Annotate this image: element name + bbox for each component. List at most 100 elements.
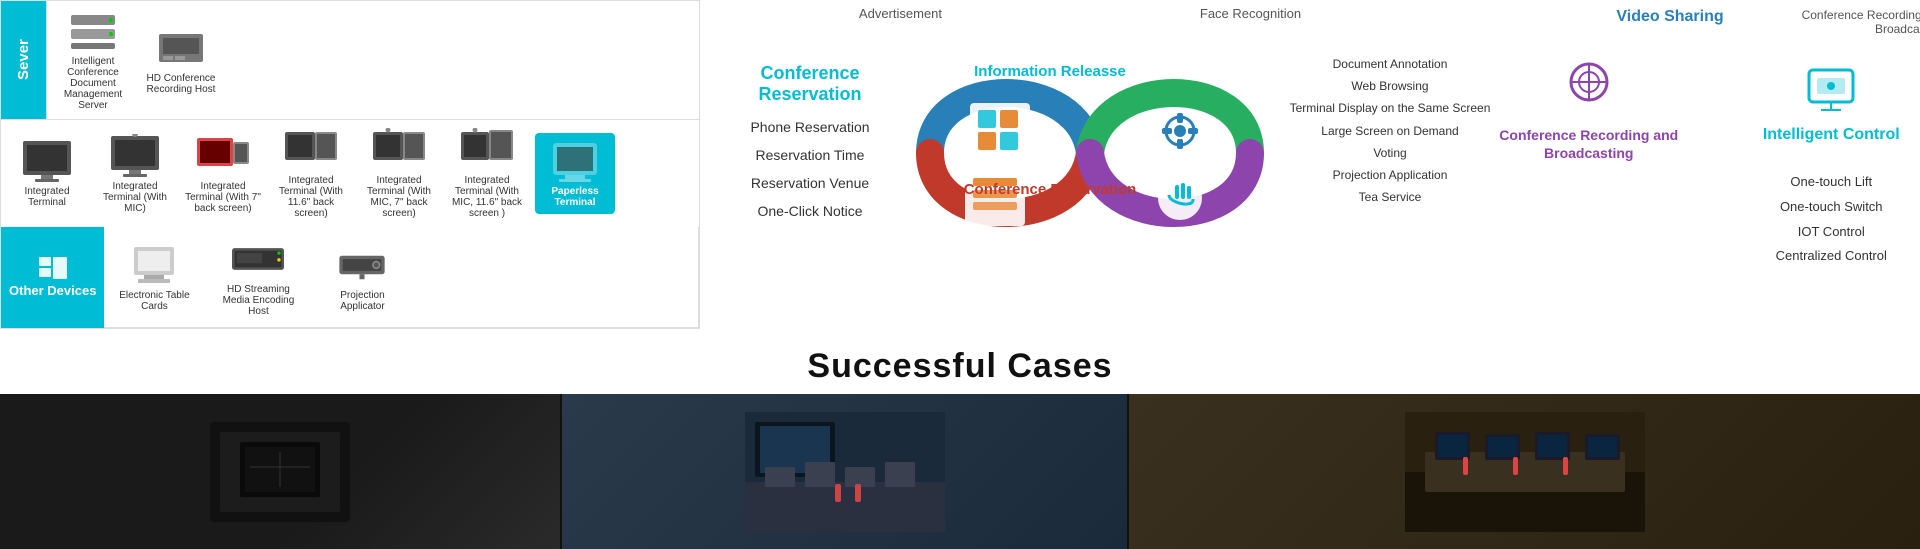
prod-item-terminal2: Integrated Terminal (With MIC)	[95, 134, 175, 214]
bottom-img-left-svg	[190, 412, 370, 532]
devices-content: Electronic Table Cards	[104, 227, 699, 328]
conf-reservation-left: Conference Reservation Phone Reservation…	[710, 23, 910, 225]
bottom-img-center2-svg	[1405, 412, 1645, 532]
bottom-img-center1	[562, 394, 1127, 549]
diagram-main-row: Conference Reservation Phone Reservation…	[700, 23, 1460, 225]
server2-icon	[155, 26, 207, 70]
right-items-row: One-touch Lift One-touch Switch IOT Cont…	[1475, 170, 1920, 269]
terminal5-label: Integrated Terminal (With MIC, 7" back s…	[359, 175, 439, 219]
item-web-browsing: Web Browsing	[1270, 75, 1510, 97]
right-content-row: Conference Recording and Broadcasting I	[1475, 60, 1920, 162]
item-iot-control: IOT Control	[1718, 220, 1920, 245]
conf-reservation-right: Document Annotation Web Browsing Termina…	[1270, 23, 1510, 208]
product-grid-wrapper: Sever	[0, 0, 700, 329]
face-recognition-label: Face Recognition	[1200, 6, 1301, 21]
advertisement-label: Advertisement	[859, 6, 942, 21]
terminal1-icon	[21, 139, 73, 183]
intel-ctrl-icon-svg	[1801, 60, 1861, 115]
paperless-icon	[549, 139, 601, 183]
successful-cases-section: Successful Cases	[0, 329, 1920, 394]
conf-res-center-text: Conference Reservation	[964, 181, 1137, 198]
encoding-icon	[232, 237, 284, 281]
item-doc-annotation: Document Annotation	[1270, 53, 1510, 75]
other-devices-text: Other Devices	[9, 283, 96, 298]
prod-item-terminal1: Integrated Terminal	[7, 139, 87, 208]
item-tea-service: Tea Service	[1270, 186, 1510, 208]
prod-item-projector: Projection Applicator	[322, 243, 402, 312]
prod-item-paperless: Paperless Terminal	[535, 133, 615, 214]
prod-item-terminal5: Integrated Terminal (With MIC, 7" back s…	[359, 128, 439, 219]
item-centralized-control: Centralized Control	[1718, 244, 1920, 269]
terminal5-icon	[373, 128, 425, 172]
intel-ctrl-items: One-touch Lift One-touch Switch IOT Cont…	[1718, 170, 1920, 269]
prod-item-encoding: HD Streaming Media Encoding Host	[218, 237, 298, 317]
cards-label: Electronic Table Cards	[114, 290, 194, 312]
prod-item-terminal6: Integrated Terminal (With MIC, 11.6" bac…	[447, 128, 527, 219]
server-label: Sever	[1, 1, 46, 119]
product-grid: Sever	[0, 0, 700, 329]
intel-ctrl-icon	[1718, 60, 1920, 120]
terminal2-icon	[109, 134, 161, 178]
intel-ctrl-title: Intelligent Control	[1718, 126, 1920, 144]
prod-item-cards: Electronic Table Cards	[114, 243, 194, 312]
main-content-row: Sever	[0, 0, 1920, 329]
conf-rec-icon-svg	[1559, 60, 1619, 115]
projector-icon	[336, 243, 388, 287]
other-devices-icon1	[39, 257, 67, 279]
info-release-text: Information Releasse	[974, 63, 1126, 80]
info-release-label: Information Releasse	[974, 63, 1126, 81]
conf-res-center-label: Conference Reservation	[964, 181, 1137, 199]
item-large-screen: Large Screen on Demand	[1270, 120, 1510, 142]
terminal6-label: Integrated Terminal (With MIC, 11.6" bac…	[447, 175, 527, 219]
other-devices-label: Other Devices	[1, 227, 104, 328]
terminal6-icon	[461, 128, 513, 172]
cards-icon	[128, 243, 180, 287]
right-top-labels: Video Sharing Conference Recording and B…	[1475, 8, 1920, 36]
bottom-images-row	[0, 394, 1920, 549]
terminal4-icon	[285, 128, 337, 172]
prod-item-server1: Intelligent Conference Document Manageme…	[53, 9, 133, 111]
s-curve-center: Information Releasse Conference Reservat…	[910, 23, 1270, 199]
server-content: Intelligent Conference Document Manageme…	[46, 1, 699, 119]
s-curve-svg	[910, 23, 1270, 283]
top-labels-bar: Advertisement Face Recognition	[700, 0, 1460, 23]
intel-ctrl-box: Intelligent Control	[1718, 60, 1920, 162]
paperless-label: Paperless Terminal	[539, 186, 611, 208]
item-terminal-display: Terminal Display on the Same Screen	[1270, 97, 1510, 119]
terminal3-icon	[197, 134, 249, 178]
prod-item-server2: HD Conference Recording Host	[141, 26, 221, 95]
encoding-label: HD Streaming Media Encoding Host	[218, 284, 298, 317]
conf-res-right-items: Document Annotation Web Browsing Termina…	[1270, 53, 1510, 208]
right-panel: Video Sharing Conference Recording and B…	[1460, 0, 1920, 277]
video-sharing-label: Video Sharing	[1616, 8, 1723, 36]
server-row: Sever	[1, 1, 699, 120]
server1-label: Intelligent Conference Document Manageme…	[53, 56, 133, 111]
terminal3-label: Integrated Terminal (With 7" back screen…	[183, 181, 263, 214]
server2-label: HD Conference Recording Host	[141, 73, 221, 95]
item-one-click-notice: One-Click Notice	[710, 197, 910, 225]
item-phone-reservation: Phone Reservation	[710, 113, 910, 141]
prod-item-terminal3: Integrated Terminal (With 7" back screen…	[183, 134, 263, 214]
page-wrapper: Sever	[0, 0, 1920, 549]
item-reservation-time: Reservation Time	[710, 141, 910, 169]
conf-rec-bcast-top-label: Conference Recording and Broadcasting	[1785, 8, 1920, 36]
terminal-content: Integrated Terminal	[1, 120, 699, 227]
item-one-touch-switch: One-touch Switch	[1718, 195, 1920, 220]
successful-cases-title: Successful Cases	[0, 347, 1920, 386]
terminal1-label: Integrated Terminal	[7, 186, 87, 208]
bottom-img-center1-svg	[745, 412, 945, 532]
bottom-img-center2	[1129, 394, 1920, 549]
conf-reservation-items: Phone Reservation Reservation Time Reser…	[710, 113, 910, 225]
diagram-area: Advertisement Face Recognition Conferenc…	[700, 0, 1460, 225]
item-one-touch-lift: One-touch Lift	[1718, 170, 1920, 195]
item-voting: Voting	[1270, 142, 1510, 164]
terminal4-label: Integrated Terminal (With 11.6" back scr…	[271, 175, 351, 219]
item-projection-app: Projection Application	[1270, 164, 1510, 186]
server1-icon	[67, 9, 119, 53]
bottom-img-left	[0, 394, 560, 549]
devices-row: Other Devices	[1, 227, 699, 328]
conf-reservation-title: Conference Reservation	[710, 63, 910, 105]
prod-item-terminal4: Integrated Terminal (With 11.6" back scr…	[271, 128, 351, 219]
projector-label: Projection Applicator	[322, 290, 402, 312]
terminal2-label: Integrated Terminal (With MIC)	[95, 181, 175, 214]
